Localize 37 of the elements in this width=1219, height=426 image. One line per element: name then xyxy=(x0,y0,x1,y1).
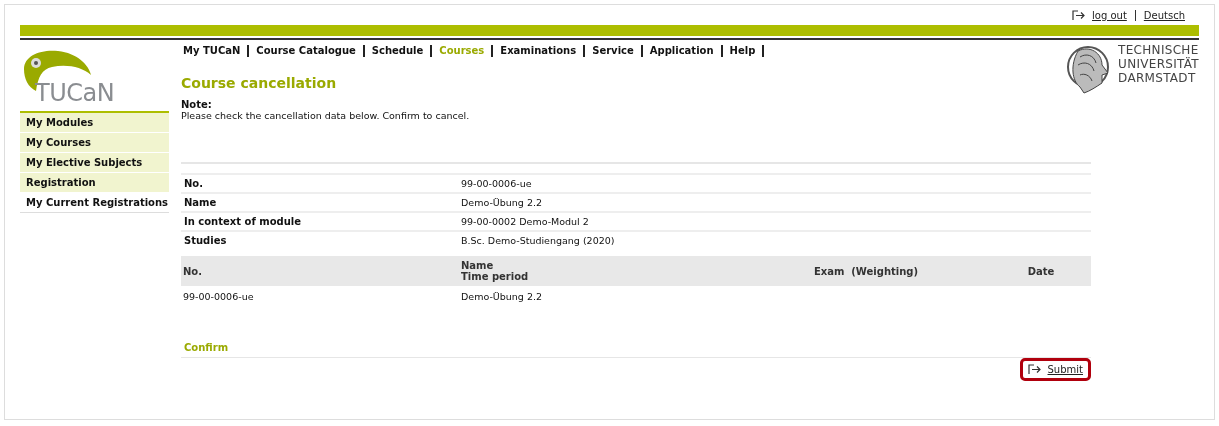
column-header: No. xyxy=(183,265,204,277)
page-heading: Course cancellation xyxy=(181,75,338,91)
nav-tab[interactable]: Schedule xyxy=(369,45,433,57)
nav-tab[interactable]: Service xyxy=(590,45,643,57)
detail-value: B.Sc. Demo-Studiengang (2020) xyxy=(461,235,616,246)
logo-text: TUCaN xyxy=(35,79,115,107)
note-title: Note: xyxy=(181,99,213,110)
note-text: Please check the cancellation data below. Confirm to cancel. xyxy=(181,110,471,121)
column-header: Exam (Weighting) xyxy=(813,265,919,277)
nav-tab[interactable]: Application xyxy=(647,45,723,57)
detail-label: Name xyxy=(183,197,218,208)
university-name: TECHNISCHE UNIVERSITÄT DARMSTADT xyxy=(1118,43,1199,85)
detail-label: Studies xyxy=(183,235,228,246)
nav-tab[interactable]: Help xyxy=(727,45,765,57)
column-header: Name Time period xyxy=(461,260,530,282)
detail-value: Demo-Übung 2.2 xyxy=(461,197,543,208)
submit-icon xyxy=(1027,364,1042,375)
logout-icon xyxy=(1072,9,1086,21)
detail-label: No. xyxy=(183,178,205,189)
detail-label: In context of module xyxy=(183,216,302,227)
nav-tab[interactable]: Course Catalogue xyxy=(254,45,365,57)
sidebar-item[interactable]: My Elective Subjects xyxy=(20,153,169,173)
nav-tab[interactable]: Examinations xyxy=(498,45,586,57)
logout-link[interactable]: log out xyxy=(1064,9,1135,21)
confirm-title: Confirm xyxy=(181,342,1091,358)
detail-value: 99-00-0002 Demo-Modul 2 xyxy=(461,216,590,227)
sidebar-item[interactable]: My Modules xyxy=(20,113,169,133)
table-cell: 99-00-0006-ue xyxy=(183,290,254,302)
table-cell: Demo-Übung 2.2 xyxy=(461,290,542,302)
column-header: Date xyxy=(1027,265,1055,277)
detail-value: 99-00-0006-ue xyxy=(461,178,533,189)
sidebar-item[interactable]: My Courses xyxy=(20,133,169,153)
language-link[interactable]: Deutsch xyxy=(1134,9,1193,21)
submit-button[interactable]: Submit xyxy=(1019,358,1091,381)
head-profile-drawing xyxy=(1066,43,1111,95)
sidebar-item[interactable]: Registration xyxy=(20,173,169,193)
nav-tab[interactable]: My TUCaN xyxy=(181,45,250,57)
